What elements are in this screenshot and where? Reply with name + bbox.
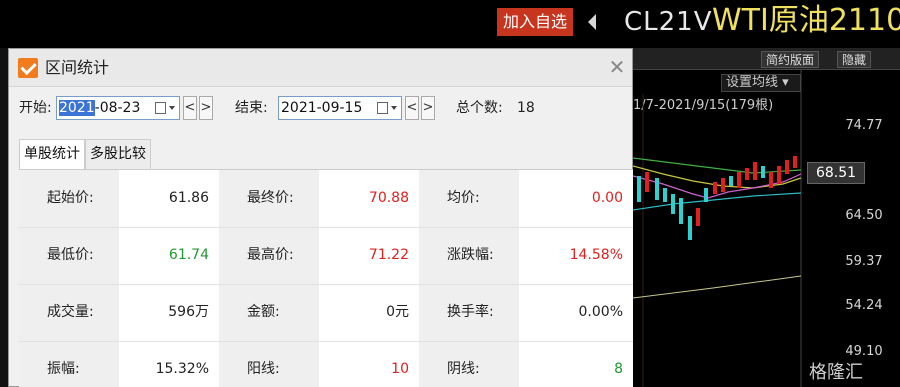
start-next-button[interactable]: >	[199, 96, 213, 120]
price-tick: 74.77	[845, 118, 883, 133]
stat-label-cell: 最高价:	[219, 227, 319, 284]
stats-table: 起始价: 61.86 最终价: 70.88 均价: 0.00 最低价: 61.74 最高价: 71…	[19, 169, 633, 387]
stat-value: 596万	[168, 304, 209, 320]
stat-value-cell: 10	[319, 341, 419, 387]
stat-value: 61.86	[168, 190, 209, 206]
stat-value-cell: 15.32%	[119, 341, 219, 387]
stat-value-cell: 0元	[319, 284, 419, 341]
stat-value: 0.00	[591, 190, 623, 206]
end-label: 结束:	[235, 100, 268, 116]
stat-label: 金额:	[247, 304, 280, 320]
stat-value-cell: 61.74	[119, 227, 219, 284]
stat-label-cell: 换手率:	[419, 284, 519, 341]
total-count-value: 18	[517, 100, 535, 116]
chevron-down-icon[interactable]	[169, 106, 175, 110]
stat-label: 最终价:	[247, 190, 294, 206]
stat-value: 10	[391, 361, 409, 377]
stat-label-cell: 最低价:	[19, 227, 119, 284]
start-date-field[interactable]: 2021-08-23	[56, 96, 180, 120]
stat-label-cell: 阴线:	[419, 341, 519, 387]
row-divider	[19, 284, 633, 285]
stat-value-cell: 61.86	[119, 170, 219, 227]
stat-value: 70.88	[368, 190, 409, 206]
stat-label: 均价:	[447, 190, 480, 206]
stat-value-cell: 0.00%	[519, 284, 633, 341]
price-tick: 49.10	[845, 344, 883, 359]
start-date-year: 2021	[59, 100, 95, 116]
stat-value-cell: 0.00	[519, 170, 633, 227]
price-tick: 59.37	[845, 254, 883, 269]
stat-label-cell: 最终价:	[219, 170, 319, 227]
stat-label-cell: 涨跌幅:	[419, 227, 519, 284]
close-icon[interactable]: ✕	[607, 57, 627, 77]
stat-label: 最低价:	[47, 247, 94, 263]
start-date-rest: -08-23	[94, 100, 141, 116]
date-range-row: 开始: 2021-08-23 < > 结束: 2021-09-15 < > 总个…	[9, 87, 632, 129]
stat-value-cell: 596万	[119, 284, 219, 341]
range-stats-dialog: 区间统计 ✕ 开始: 2021-08-23 < > 结束: 2021-09-15…	[8, 48, 633, 387]
end-date-value: 2021-09-15	[281, 100, 363, 116]
end-next-button[interactable]: >	[421, 96, 435, 120]
start-label: 开始:	[19, 100, 52, 116]
stat-label: 阴线:	[447, 361, 480, 377]
stat-label: 振幅:	[47, 361, 80, 377]
price-tick: 64.50	[845, 208, 883, 223]
back-arrow-icon[interactable]	[588, 14, 596, 30]
current-price-tag: 68.51	[807, 162, 865, 184]
dialog-title: 区间统计	[45, 58, 110, 77]
stat-label-cell: 均价:	[419, 170, 519, 227]
stat-value-cell: 70.88	[319, 170, 419, 227]
stat-label-cell: 成交量:	[19, 284, 119, 341]
watermark-logo: 格隆汇	[809, 362, 863, 383]
top-bar: 加入自选 CL21V WTI原油2110	[0, 0, 900, 48]
stat-value-cell: 8	[519, 341, 633, 387]
stat-value: 14.58%	[569, 247, 623, 263]
row-divider	[19, 227, 633, 228]
calendar-icon[interactable]	[377, 102, 388, 114]
chevron-down-icon[interactable]	[391, 106, 397, 110]
checkmark-icon	[18, 58, 38, 78]
stat-label-cell: 阳线:	[219, 341, 319, 387]
stat-value: 15.32%	[155, 361, 209, 377]
stat-label: 最高价:	[247, 247, 294, 263]
stat-label-cell: 起始价:	[19, 170, 119, 227]
row-divider	[19, 341, 633, 342]
contract-name: WTI原油2110	[712, 3, 900, 38]
stat-label: 成交量:	[47, 304, 94, 320]
stat-label: 起始价:	[47, 190, 94, 206]
stat-value: 71.22	[368, 247, 409, 263]
stat-value: 8	[614, 361, 623, 377]
kline-chart[interactable]: 简约版面 隐藏 设置均线 ▾ 1/7-2021/9/15(179根) 74.77…	[633, 48, 900, 387]
stat-value: 0.00%	[578, 304, 623, 320]
stat-value-cell: 71.22	[319, 227, 419, 284]
stat-value-cell: 14.58%	[519, 227, 633, 284]
stat-label: 换手率:	[447, 304, 494, 320]
total-count-label: 总个数:	[456, 100, 503, 116]
stat-label-cell: 金额:	[219, 284, 319, 341]
start-prev-button[interactable]: <	[183, 96, 197, 120]
background-chart-strip	[0, 48, 8, 387]
stat-value: 61.74	[168, 247, 209, 263]
tab-multi-stock[interactable]: 多股比较	[85, 139, 151, 169]
add-to-watchlist-button[interactable]: 加入自选	[497, 8, 573, 36]
stat-label: 涨跌幅:	[447, 247, 494, 263]
tab-single-stock[interactable]: 单股统计	[19, 139, 85, 169]
stat-value: 0元	[386, 304, 409, 320]
stat-label: 阳线:	[247, 361, 280, 377]
dialog-titlebar[interactable]: 区间统计 ✕	[9, 49, 632, 87]
calendar-icon[interactable]	[155, 102, 166, 114]
end-prev-button[interactable]: <	[405, 96, 419, 120]
price-tick: 54.24	[845, 298, 883, 313]
contract-code: CL21V	[624, 7, 713, 37]
stat-label-cell: 振幅:	[19, 341, 119, 387]
end-date-field[interactable]: 2021-09-15	[278, 96, 402, 120]
